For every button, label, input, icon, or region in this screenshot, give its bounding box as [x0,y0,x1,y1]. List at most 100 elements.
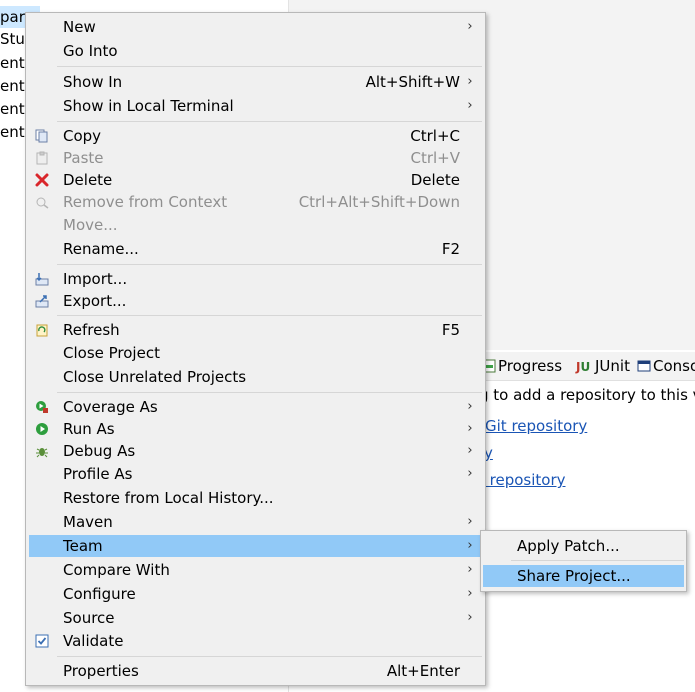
submenu-arrow-icon: › [467,586,473,601]
menu-item-run-as[interactable]: Run As › [29,418,482,440]
menu-item-shortcut: Alt+Shift+W [365,73,460,91]
submenu-arrow-icon: › [467,19,473,34]
menu-item-compare-with[interactable]: Compare With › [29,559,482,581]
refresh-icon [36,324,48,337]
tab-junit[interactable]: JU JUnit [576,356,630,376]
menu-item-delete[interactable]: Delete Delete [29,169,482,191]
menu-item-shortcut: F2 [441,240,460,258]
menu-item-label: Run As [63,420,115,438]
paste-icon [36,151,48,165]
tab-junit-label: JUnit [595,357,630,375]
menu-item-label: Show In [63,73,123,91]
submenu-item-apply-patch[interactable]: Apply Patch... [483,535,684,557]
submenu-arrow-icon: › [467,421,473,436]
menu-item-paste: Paste Ctrl+V [29,147,482,169]
menu-item-label: Close Project [63,344,160,362]
copy-icon [35,129,48,143]
menu-item-label: Restore from Local History... [63,489,274,507]
submenu-arrow-icon: › [467,466,473,481]
tab-progress[interactable]: Progress [482,356,562,376]
menu-item-shortcut: F5 [441,321,460,339]
menu-item-label: Properties [63,662,139,680]
menu-item-profile-as[interactable]: Profile As › [29,463,482,485]
menu-item-close-unrelated-projects[interactable]: Close Unrelated Projects [29,366,482,388]
menu-item-label: Profile As [63,465,133,483]
team-submenu: Apply Patch... Share Project... [480,530,687,592]
junit-icon: JU [576,360,591,374]
menu-item-label: Maven [63,513,113,531]
submenu-arrow-icon: › [467,74,473,89]
menu-item-shortcut: Ctrl+C [410,127,460,145]
create-repository-link[interactable]: t repository [479,471,566,489]
menu-item-label: Delete [63,171,113,189]
submenu-item-share-project[interactable]: Share Project... [483,565,684,587]
menu-item-remove-from-context: Remove from Context Ctrl+Alt+Shift+Down [29,191,482,213]
menu-item-team[interactable]: Team › [29,535,482,557]
tab-console-label: Conso [653,357,695,375]
menu-separator [57,121,482,122]
debug-bug-icon [36,448,48,458]
menu-item-label: Go Into [63,42,118,60]
menu-item-import[interactable]: Import... [29,268,482,290]
submenu-arrow-icon: › [467,562,473,577]
menu-separator [57,66,482,67]
submenu-arrow-icon: › [467,610,473,625]
menu-separator [57,315,482,316]
submenu-arrow-icon: › [467,538,473,553]
menu-item-shortcut: Ctrl+Alt+Shift+Down [298,193,460,211]
menu-item-label: Refresh [63,321,120,339]
menu-item-label: Compare With [63,561,170,579]
submenu-arrow-icon: › [467,443,473,458]
menu-item-properties[interactable]: Properties Alt+Enter [29,660,482,682]
menu-item-refresh[interactable]: Refresh F5 [29,319,482,341]
menu-item-show-in[interactable]: Show In Alt+Shift+W › [29,71,482,93]
menu-item-close-project[interactable]: Close Project [29,342,482,364]
menu-item-label: Debug As [63,442,136,460]
menu-item-label: Rename... [63,240,139,258]
coverage-icon [36,401,48,413]
menu-item-validate[interactable]: Validate [29,630,482,652]
menu-item-shortcut: Delete [410,171,460,189]
submenu-arrow-icon: › [467,514,473,529]
menu-item-label: Apply Patch... [517,537,620,555]
menu-item-debug-as[interactable]: Debug As › [29,440,482,462]
menu-separator [57,264,482,265]
panel-instructions: g to add a repository to this v [479,386,695,404]
menu-item-label: New [63,18,96,36]
menu-item-shortcut: Alt+Enter [386,662,460,680]
menu-item-copy[interactable]: Copy Ctrl+C [29,125,482,147]
tab-progress-label: Progress [498,357,563,375]
menu-item-label: Validate [63,632,124,650]
menu-item-coverage-as[interactable]: Coverage As › [29,396,482,418]
menu-item-label: Paste [63,149,104,167]
menu-item-restore-from-local-history[interactable]: Restore from Local History... [29,487,482,509]
menu-item-move: Move... [29,214,482,236]
menu-item-label: Show in Local Terminal [63,97,234,115]
submenu-arrow-icon: › [467,98,473,113]
menu-item-source[interactable]: Source › [29,607,482,629]
menu-item-shortcut: Ctrl+V [410,149,460,167]
add-git-repository-link[interactable]: Git repository [485,417,587,435]
submenu-arrow-icon: › [467,399,473,414]
console-icon [637,360,651,372]
menu-item-label: Configure [63,585,136,603]
menu-item-new[interactable]: New › [29,16,482,38]
menu-item-label: Source [63,609,115,627]
tab-console[interactable]: Conso [637,356,695,376]
menu-item-label: Import... [63,270,128,288]
import-icon [35,273,49,286]
menu-item-label: Close Unrelated Projects [63,368,247,386]
menu-item-go-into[interactable]: Go Into [29,40,482,62]
remove-context-icon [36,197,49,209]
menu-item-configure[interactable]: Configure › [29,583,482,605]
menu-item-export[interactable]: Export... [29,290,482,312]
menu-item-label: Remove from Context [63,193,228,211]
menu-item-maven[interactable]: Maven › [29,511,482,533]
menu-item-rename[interactable]: Rename... F2 [29,238,482,260]
menu-item-label: Team [63,537,103,555]
run-icon [36,423,48,435]
checkbox-checked-icon [35,634,49,648]
export-icon [35,295,49,308]
menu-item-show-in-terminal[interactable]: Show in Local Terminal › [29,95,482,117]
menu-separator [511,560,684,561]
